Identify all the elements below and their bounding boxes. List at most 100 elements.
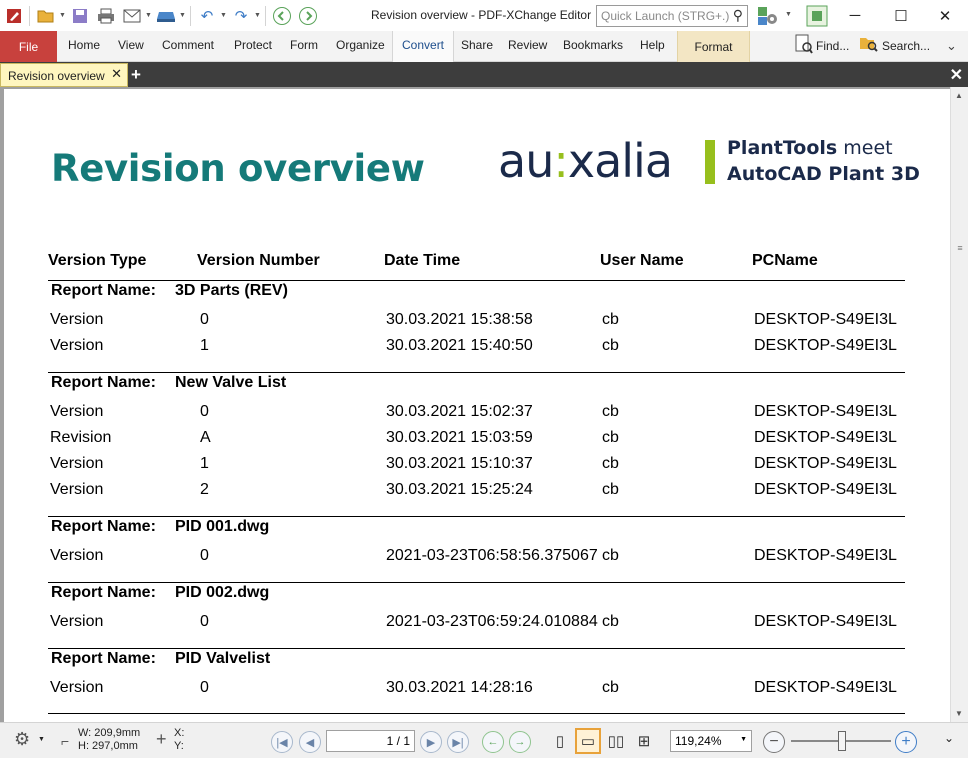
chevron-down-icon[interactable]: ⌄ bbox=[946, 38, 957, 54]
table-cell-type: Version bbox=[50, 613, 104, 630]
tab-organize[interactable]: Organize bbox=[336, 38, 385, 52]
next-view-button[interactable]: → bbox=[509, 731, 531, 753]
maximize-button[interactable]: ☐ bbox=[878, 0, 924, 31]
undo-icon[interactable]: ↶ bbox=[196, 5, 218, 27]
close-button[interactable]: ✕ bbox=[922, 0, 968, 31]
table-cell-datetime: 30.03.2021 15:40:50 bbox=[386, 337, 533, 354]
email-icon[interactable] bbox=[121, 5, 143, 27]
table-cell-datetime: 30.03.2021 14:28:16 bbox=[386, 679, 533, 696]
gear-icon[interactable]: ⚙ bbox=[14, 729, 30, 750]
quick-launch-input[interactable]: Quick Launch (STRG+.) ⚲ bbox=[596, 5, 748, 27]
scanner-icon[interactable] bbox=[155, 5, 177, 27]
tab-protect[interactable]: Protect bbox=[234, 38, 272, 52]
logo-tagline: PlantTools meet bbox=[727, 137, 893, 159]
table-cell-datetime: 30.03.2021 15:38:58 bbox=[386, 311, 533, 328]
save-icon[interactable] bbox=[69, 5, 91, 27]
search-folder-icon bbox=[859, 35, 879, 57]
tab-review[interactable]: Review bbox=[508, 38, 547, 52]
table-cell-pc: DESKTOP-S49EI3L bbox=[754, 455, 897, 472]
document-title: Revision overview bbox=[51, 147, 425, 190]
chevron-down-icon[interactable]: ▼ bbox=[145, 12, 153, 19]
scroll-up-icon[interactable]: ▲ bbox=[955, 91, 963, 100]
find-button[interactable]: Find... bbox=[795, 34, 849, 58]
report-name-value: PID Valvelist bbox=[175, 650, 271, 667]
cursor-position-icon: + bbox=[156, 729, 167, 749]
chevron-down-icon[interactable]: ▼ bbox=[38, 736, 45, 743]
redo-icon[interactable]: ↷ bbox=[230, 5, 252, 27]
last-page-button[interactable]: ▶| bbox=[447, 731, 469, 753]
chevron-down-icon[interactable]: ▼ bbox=[220, 12, 228, 19]
table-cell-pc: DESKTOP-S49EI3L bbox=[754, 429, 897, 446]
table-cell-user: cb bbox=[602, 679, 619, 696]
table-cell-type: Version bbox=[50, 547, 104, 564]
vertical-scrollbar[interactable]: ▲ ≡ ▼ bbox=[950, 87, 968, 722]
facing-pages-icon[interactable]: ▯▯ bbox=[603, 728, 629, 754]
cursor-x: X: bbox=[174, 727, 185, 739]
table-cell-number: 0 bbox=[200, 311, 209, 328]
app-icon[interactable] bbox=[4, 5, 26, 27]
search-button[interactable]: Search... bbox=[859, 34, 930, 58]
report-name-label: Report Name: bbox=[51, 584, 156, 601]
table-cell-datetime: 30.03.2021 15:03:59 bbox=[386, 429, 533, 446]
settings-gear-icon[interactable] bbox=[757, 5, 779, 27]
tab-convert[interactable]: Convert bbox=[392, 31, 455, 62]
document-viewport[interactable]: Revision overview au:xalia PlantTools me… bbox=[0, 87, 968, 722]
table-cell-number: 0 bbox=[200, 547, 209, 564]
print-icon[interactable] bbox=[95, 5, 117, 27]
close-tab-icon[interactable]: ✕ bbox=[111, 66, 122, 82]
tab-form[interactable]: Form bbox=[290, 38, 318, 52]
minimize-button[interactable]: ─ bbox=[832, 0, 878, 31]
chevron-down-icon[interactable]: ▼ bbox=[254, 12, 262, 19]
quick-launch-placeholder: Quick Launch (STRG+.) bbox=[601, 9, 730, 23]
report-name-label: Report Name: bbox=[51, 650, 156, 667]
chevron-down-icon[interactable]: ▼ bbox=[179, 12, 187, 19]
expand-status-icon[interactable]: ⌄ bbox=[944, 731, 954, 745]
zoom-select[interactable]: 119,24% ▼ bbox=[670, 730, 752, 752]
tab-bookmarks[interactable]: Bookmarks bbox=[563, 38, 623, 52]
continuous-facing-icon[interactable]: ⊞ bbox=[631, 728, 657, 754]
report-name-label: Report Name: bbox=[51, 374, 156, 391]
table-cell-number: 0 bbox=[200, 679, 209, 696]
back-icon[interactable] bbox=[271, 5, 293, 27]
table-cell-number: A bbox=[200, 429, 211, 446]
logo-accent-bar bbox=[705, 140, 715, 184]
chevron-down-icon[interactable]: ▼ bbox=[785, 11, 792, 18]
table-cell-user: cb bbox=[602, 429, 619, 446]
previous-view-button[interactable]: ← bbox=[482, 731, 504, 753]
table-cell-datetime: 30.03.2021 15:10:37 bbox=[386, 455, 533, 472]
report-name-value: PID 002.dwg bbox=[175, 584, 270, 601]
tab-view[interactable]: View bbox=[118, 38, 144, 52]
tab-format[interactable]: Format bbox=[677, 31, 750, 62]
zoom-in-button[interactable]: + bbox=[895, 731, 917, 753]
table-cell-datetime: 30.03.2021 15:25:24 bbox=[386, 481, 533, 498]
first-page-button[interactable]: |◀ bbox=[271, 731, 293, 753]
tab-file[interactable]: File bbox=[0, 31, 57, 62]
continuous-page-icon[interactable]: ▭ bbox=[575, 728, 601, 754]
new-tab-icon[interactable]: + bbox=[131, 65, 141, 85]
open-folder-icon[interactable] bbox=[35, 5, 57, 27]
next-page-button[interactable]: ▶ bbox=[420, 731, 442, 753]
forward-icon[interactable] bbox=[297, 5, 319, 27]
table-cell-type: Version bbox=[50, 455, 104, 472]
close-document-icon[interactable]: ✕ bbox=[950, 65, 963, 85]
report-name-label: Report Name: bbox=[51, 282, 156, 299]
single-page-icon[interactable]: ▯ bbox=[547, 728, 573, 754]
tab-home[interactable]: Home bbox=[68, 38, 100, 52]
tab-share[interactable]: Share bbox=[461, 38, 493, 52]
page-number-input[interactable]: 1 / 1 bbox=[326, 730, 415, 752]
previous-page-button[interactable]: ◀ bbox=[299, 731, 321, 753]
tab-help[interactable]: Help bbox=[640, 38, 665, 52]
chevron-down-icon[interactable]: ▼ bbox=[59, 12, 67, 19]
chevron-down-icon[interactable]: ▼ bbox=[740, 736, 747, 743]
scroll-down-icon[interactable]: ▼ bbox=[955, 709, 963, 718]
tab-revision-overview[interactable]: Revision overview ✕ bbox=[0, 63, 128, 87]
table-cell-datetime: 30.03.2021 15:02:37 bbox=[386, 403, 533, 420]
search-icon[interactable]: ⚲ bbox=[733, 7, 743, 24]
zoom-out-button[interactable]: − bbox=[763, 731, 785, 753]
table-cell-pc: DESKTOP-S49EI3L bbox=[754, 613, 897, 630]
scroll-thumb[interactable]: ≡ bbox=[955, 243, 965, 255]
report-name-value: 3D Parts (REV) bbox=[175, 282, 288, 299]
zoom-slider-handle[interactable] bbox=[838, 731, 846, 751]
fullscreen-icon[interactable] bbox=[806, 5, 828, 27]
tab-comment[interactable]: Comment bbox=[162, 38, 214, 52]
